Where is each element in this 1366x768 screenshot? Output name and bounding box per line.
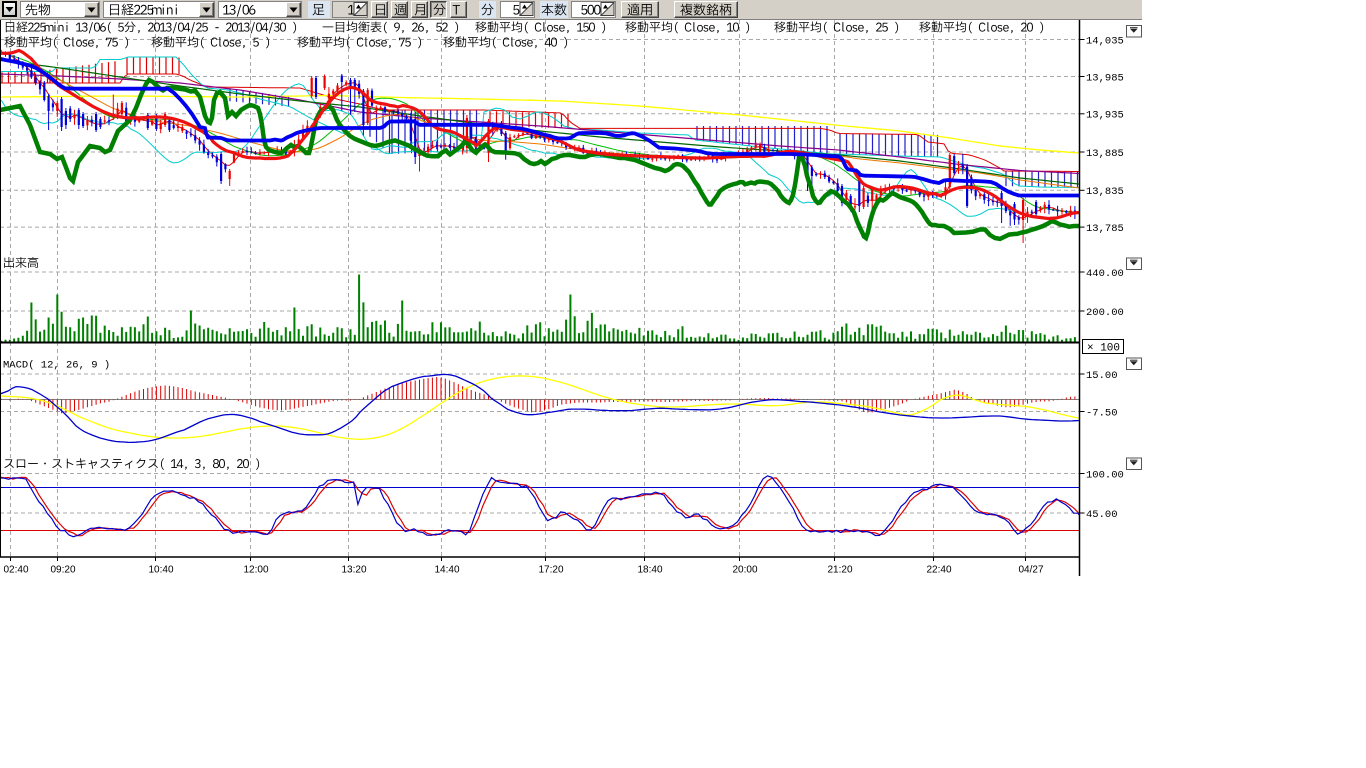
svg-text:21:20: 21:20 — [827, 565, 852, 576]
svg-text:13,935: 13,935 — [1086, 110, 1124, 122]
svg-text:× 100: × 100 — [1087, 343, 1120, 355]
svg-text:45.00: 45.00 — [1086, 509, 1118, 521]
svg-text:13,985: 13,985 — [1086, 72, 1124, 84]
svg-text:22:40: 22:40 — [926, 565, 951, 576]
svg-text:13,885: 13,885 — [1086, 148, 1124, 160]
svg-text:09:20: 09:20 — [50, 565, 75, 576]
svg-text:10:40: 10:40 — [148, 565, 173, 576]
svg-text:15.00: 15.00 — [1086, 370, 1118, 382]
svg-text:-7.50: -7.50 — [1086, 407, 1118, 419]
svg-text:14:40: 14:40 — [434, 565, 459, 576]
svg-text:MACD( 12, 26, 9 ): MACD( 12, 26, 9 ) — [3, 360, 110, 372]
svg-text:12:00: 12:00 — [243, 565, 268, 576]
svg-text:200.00: 200.00 — [1086, 307, 1124, 319]
svg-text:13,835: 13,835 — [1086, 186, 1124, 198]
svg-text:04/27: 04/27 — [1018, 565, 1043, 576]
svg-text:02:40: 02:40 — [3, 565, 28, 576]
svg-text:18:40: 18:40 — [637, 565, 662, 576]
svg-text:100.00: 100.00 — [1086, 469, 1124, 481]
svg-text:20:00: 20:00 — [732, 565, 757, 576]
svg-text:13:20: 13:20 — [341, 565, 366, 576]
svg-text:14,035: 14,035 — [1086, 35, 1124, 47]
svg-text:13,785: 13,785 — [1086, 223, 1124, 235]
svg-text:440.00: 440.00 — [1086, 268, 1124, 280]
svg-text:17:20: 17:20 — [538, 565, 563, 576]
